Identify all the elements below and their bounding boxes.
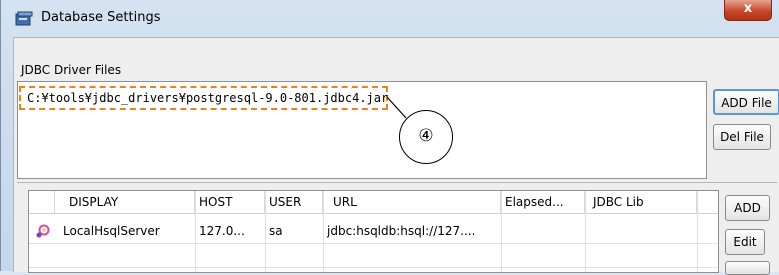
column-divider — [265, 191, 266, 272]
callout-marker: ④ — [399, 110, 453, 164]
column-divider — [585, 191, 586, 272]
cell-host: 127.0... — [199, 224, 245, 238]
column-header-user[interactable]: USER — [265, 191, 323, 213]
column-divider — [195, 191, 196, 272]
column-header-url[interactable]: URL — [323, 191, 501, 213]
header-icon-column — [29, 191, 55, 213]
cell-elapsed — [501, 220, 585, 242]
cell-display: LocalHsqlServer — [63, 224, 160, 238]
column-divider — [697, 191, 698, 272]
column-header-host[interactable]: HOST — [195, 191, 265, 213]
database-settings-window: Database Settings x JDBC Driver Files C:… — [0, 0, 779, 275]
column-header-display[interactable]: DISPLAY — [55, 191, 195, 213]
connections-table[interactable]: DISPLAY HOST USER URL Elapsed... JDBC Li… — [28, 190, 719, 273]
partially-visible-button[interactable] — [725, 261, 770, 275]
cell-jdbc-lib — [585, 220, 697, 242]
cell-user: sa — [269, 224, 283, 238]
column-divider — [501, 191, 502, 272]
section-divider — [17, 182, 777, 183]
column-header-jdbc-lib[interactable]: JDBC Lib — [585, 191, 697, 213]
cell-url: jdbc:hsqldb:hsql://127.... — [327, 224, 476, 238]
table-header: DISPLAY HOST USER URL Elapsed... JDBC Li… — [29, 191, 718, 214]
del-file-button[interactable]: Del File — [713, 124, 771, 150]
column-divider — [323, 191, 324, 272]
edit-connection-button[interactable]: Edit — [725, 229, 765, 255]
server-connection-icon — [36, 224, 50, 238]
column-header-elapsed[interactable]: Elapsed... — [501, 191, 585, 213]
add-file-button[interactable]: ADD File — [713, 89, 779, 115]
table-row[interactable]: LocalHsqlServer 127.0... sa jdbc:hsqldb:… — [29, 219, 718, 244]
table-row-empty[interactable] — [29, 243, 718, 268]
add-connection-button[interactable]: ADD — [725, 195, 770, 221]
